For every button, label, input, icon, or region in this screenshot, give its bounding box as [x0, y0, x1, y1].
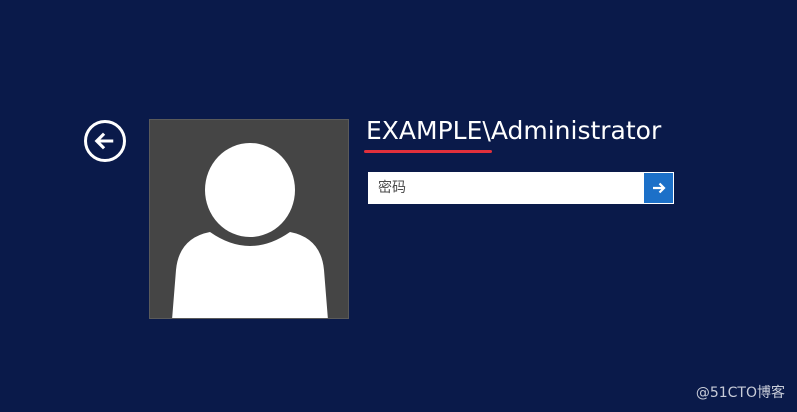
user-tile [149, 119, 349, 319]
user-silhouette-icon [172, 143, 328, 318]
password-input[interactable] [369, 173, 643, 203]
watermark: @51CTO博客 [695, 385, 785, 401]
account-name-text: EXAMPLE\Administrator [366, 116, 662, 145]
arrow-right-icon [652, 182, 666, 194]
spellcheck-underline [364, 150, 492, 153]
account-name: EXAMPLE\Administrator [364, 114, 662, 153]
submit-button[interactable] [643, 173, 673, 203]
password-box [368, 172, 674, 204]
back-button[interactable] [84, 120, 126, 162]
arrow-left-icon [94, 132, 114, 150]
